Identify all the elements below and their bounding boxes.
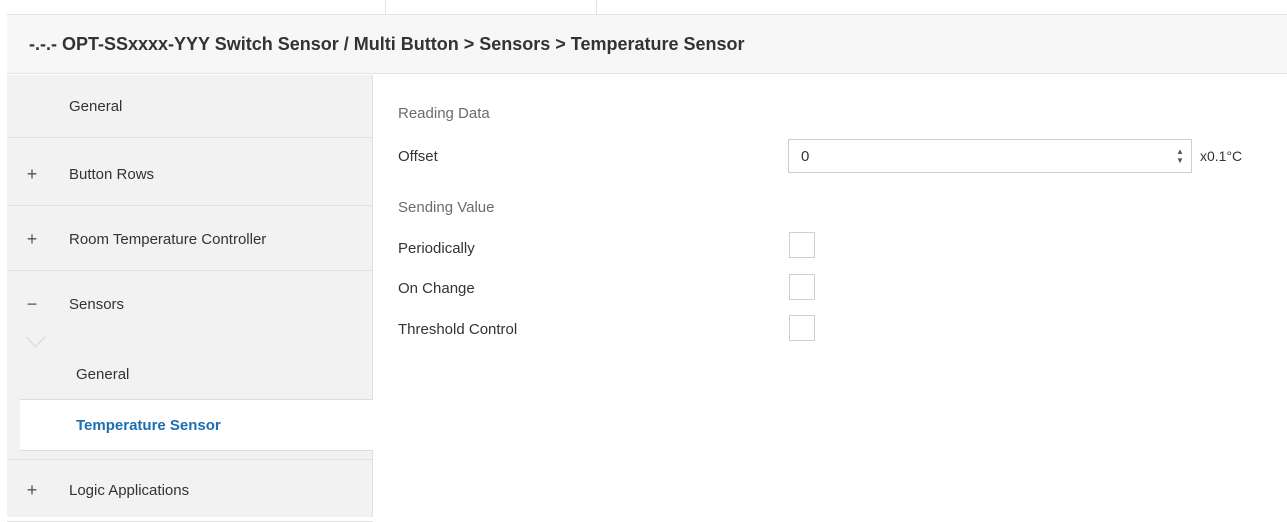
- sidebar-item-sensors[interactable]: − Sensors: [7, 273, 373, 336]
- on-change-label: On Change: [398, 280, 475, 297]
- sidebar-subitem-label: General: [76, 366, 130, 383]
- sidebar-item-label: Button Rows: [69, 165, 155, 183]
- breadcrumb: -.-.- OPT-SSxxxx-YYY Switch Sensor / Mul…: [7, 14, 1287, 74]
- offset-value[interactable]: 0: [801, 148, 809, 165]
- stepper-arrows[interactable]: ▲ ▼: [1175, 145, 1185, 167]
- stepper-up-icon[interactable]: ▲: [1176, 147, 1184, 156]
- breadcrumb-text: -.-.- OPT-SSxxxx-YYY Switch Sensor / Mul…: [29, 33, 745, 54]
- sidebar: General + Button Rows + Room Temperature…: [7, 75, 373, 522]
- plus-icon[interactable]: +: [24, 480, 40, 501]
- sidebar-item-label: Logic Applications: [69, 482, 190, 499]
- sidebar-item-label: Sensors: [69, 296, 125, 313]
- sidebar-item-button-rows[interactable]: + Button Rows: [7, 143, 373, 206]
- offset-unit: x0.1°C: [1200, 148, 1243, 164]
- submenu-pointer-icon: [25, 337, 47, 349]
- periodically-checkbox[interactable]: [789, 232, 815, 258]
- sidebar-item-label: Room Temperature Controller: [69, 230, 267, 248]
- top-strip: [0, 0, 1287, 14]
- sidebar-subitem-label: Temperature Sensor: [76, 416, 221, 434]
- plus-icon[interactable]: +: [24, 164, 40, 185]
- offset-stepper[interactable]: 0 ▲ ▼: [788, 139, 1192, 173]
- sidebar-item-label: General: [69, 97, 123, 115]
- minus-icon[interactable]: −: [24, 294, 40, 315]
- section-title-reading-data: Reading Data: [398, 105, 490, 122]
- section-title-sending-value: Sending Value: [398, 199, 495, 216]
- periodically-label: Periodically: [398, 240, 475, 257]
- sidebar-subitem-temperature-sensor[interactable]: Temperature Sensor: [20, 399, 373, 451]
- offset-label: Offset: [398, 148, 438, 165]
- sidebar-item-general[interactable]: General: [7, 75, 373, 138]
- active-tab-edge: [385, 0, 597, 14]
- sidebar-item-room-temperature-controller[interactable]: + Room Temperature Controller: [7, 208, 373, 271]
- threshold-control-label: Threshold Control: [398, 321, 518, 338]
- sidebar-item-logic-applications[interactable]: + Logic Applications: [7, 459, 373, 522]
- on-change-checkbox[interactable]: [789, 274, 815, 300]
- stepper-down-icon[interactable]: ▼: [1176, 156, 1184, 165]
- threshold-control-checkbox[interactable]: [789, 315, 815, 341]
- sidebar-subitem-general[interactable]: General: [20, 349, 373, 401]
- plus-icon[interactable]: +: [24, 229, 40, 250]
- parameter-panel: Reading Data Offset 0 ▲ ▼ x0.1°C Sending…: [374, 75, 1287, 517]
